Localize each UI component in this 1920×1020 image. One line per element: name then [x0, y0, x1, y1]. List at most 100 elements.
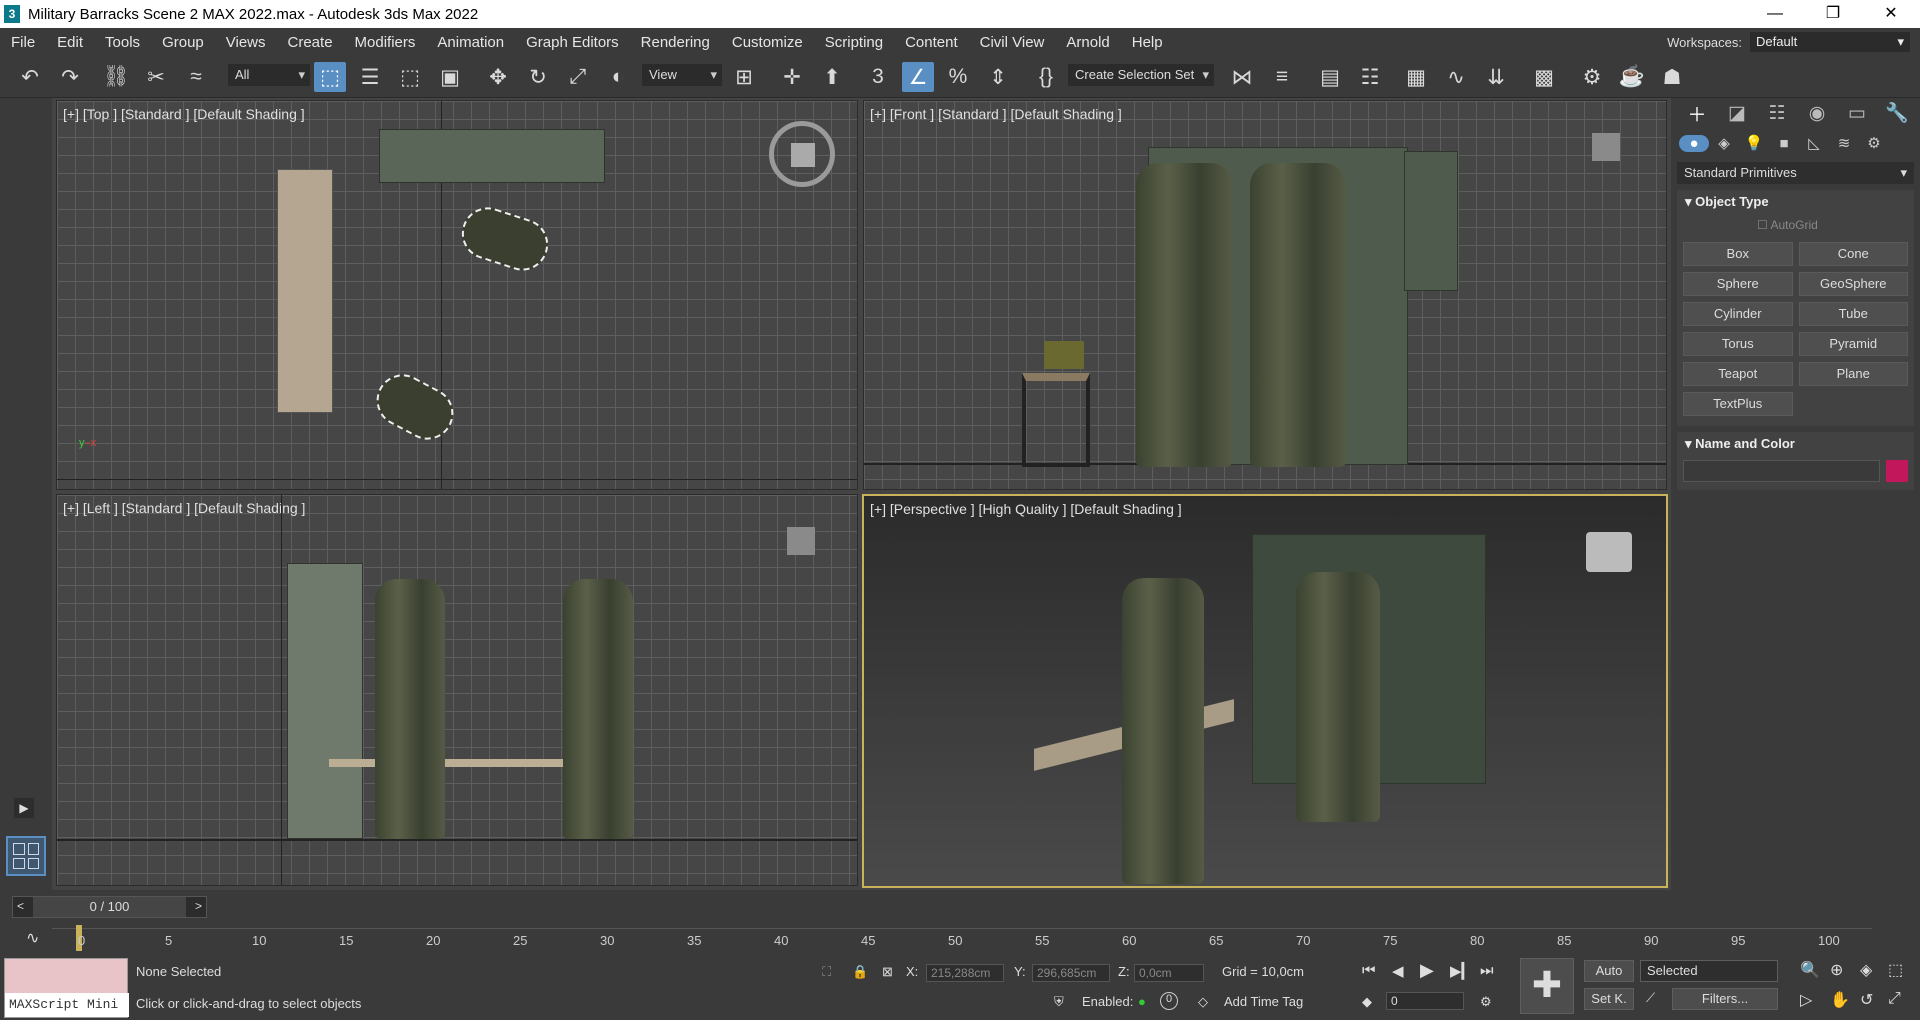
menu-rendering[interactable]: Rendering	[630, 34, 721, 51]
maxscript-listener[interactable]: MAXScript Mini	[4, 958, 129, 1018]
object-type-header[interactable]: ▾ Object Type	[1677, 190, 1914, 214]
menu-edit[interactable]: Edit	[46, 34, 94, 51]
current-frame-field[interactable]: 0	[1386, 992, 1464, 1010]
scale-icon[interactable]: ⤢	[562, 62, 594, 92]
angle-snap-icon[interactable]: ∠	[902, 62, 934, 92]
menu-arnold[interactable]: Arnold	[1055, 34, 1120, 51]
placement-icon[interactable]: ◐	[602, 62, 634, 92]
x-coordinate-field[interactable]: 215,288cm	[926, 964, 1004, 982]
pyramid-button[interactable]: Pyramid	[1798, 332, 1908, 356]
utilities-tab-icon[interactable]: 🔧	[1877, 101, 1917, 125]
systems-icon[interactable]: ⚙	[1859, 134, 1889, 152]
textplus-button[interactable]: TextPlus	[1683, 392, 1793, 416]
maxscript-mini-input[interactable]: MAXScript Mini	[5, 993, 129, 1017]
menu-customize[interactable]: Customize	[721, 34, 814, 51]
viewport-left-label[interactable]: [+] [Left ] [Standard ] [Default Shading…	[63, 500, 305, 516]
link-icon[interactable]: ⛓	[100, 62, 132, 92]
sphere-button[interactable]: Sphere	[1683, 272, 1793, 296]
menu-file[interactable]: File	[0, 34, 46, 51]
key-mode-icon[interactable]: ◆	[1362, 994, 1372, 1010]
geometry-icon[interactable]: ●	[1679, 134, 1709, 152]
render-production-icon[interactable]: ☗	[1656, 62, 1688, 92]
viewcube-left-icon[interactable]	[787, 527, 815, 555]
tube-button[interactable]: Tube	[1798, 302, 1908, 326]
cameras-icon[interactable]: ■	[1769, 135, 1799, 152]
helpers-icon[interactable]: ◺	[1799, 134, 1829, 152]
maximize-viewport-icon[interactable]: ⤢	[1888, 990, 1901, 1008]
zoom-all-icon[interactable]: ⊕	[1830, 960, 1843, 980]
spinner-snap-icon[interactable]: ⇕	[982, 62, 1014, 92]
next-frame-icon-btn[interactable]: ▶▎	[1450, 962, 1473, 980]
set-key-big-icon[interactable]: ✚	[1520, 958, 1574, 1014]
menu-create[interactable]: Create	[277, 34, 344, 51]
menu-views[interactable]: Views	[215, 34, 277, 51]
viewport-top-label[interactable]: [+] [Top ] [Standard ] [Default Shading …	[63, 106, 305, 122]
workspace-select[interactable]: Default	[1750, 32, 1910, 52]
geosphere-button[interactable]: GeoSphere	[1798, 272, 1908, 296]
prev-frame-icon[interactable]: <	[17, 899, 24, 913]
time-configuration-icon[interactable]: ⚙	[1480, 994, 1492, 1010]
snaps-toggle-icon[interactable]: 3	[862, 62, 894, 92]
menu-modifiers[interactable]: Modifiers	[344, 34, 427, 51]
layer-explorer-icon[interactable]: ☷	[1354, 62, 1386, 92]
viewcube-persp-icon[interactable]	[1586, 532, 1632, 572]
curve-editor-icon[interactable]: ∿	[1440, 62, 1472, 92]
menu-content[interactable]: Content	[894, 34, 969, 51]
torus-button[interactable]: Torus	[1683, 332, 1793, 356]
space-warps-icon[interactable]: ≋	[1829, 134, 1859, 152]
select-object-icon[interactable]: ⬚	[314, 62, 346, 92]
shapes-icon[interactable]: ◈	[1709, 134, 1739, 152]
display-tab-icon[interactable]: ▭	[1837, 102, 1877, 125]
move-icon[interactable]: ✥	[482, 62, 514, 92]
time-slider[interactable]: < 0 / 100 >	[12, 896, 207, 918]
absolute-mode-icon[interactable]: ⊠	[882, 964, 893, 980]
add-time-tag[interactable]: Add Time Tag	[1224, 994, 1303, 1009]
align-icon[interactable]: ≡	[1266, 62, 1298, 92]
name-color-header[interactable]: ▾ Name and Color	[1677, 432, 1914, 456]
cylinder-button[interactable]: Cylinder	[1683, 302, 1793, 326]
go-to-end-icon[interactable]: ⏭	[1480, 962, 1494, 979]
named-selection-set-select[interactable]: Create Selection Set	[1068, 64, 1214, 86]
menu-animation[interactable]: Animation	[426, 34, 515, 51]
teapot-button[interactable]: Teapot	[1683, 362, 1793, 386]
schematic-view-icon[interactable]: ⇊	[1480, 62, 1512, 92]
undo-icon[interactable]: ↶	[14, 62, 46, 92]
menu-group[interactable]: Group	[151, 34, 215, 51]
menu-civil-view[interactable]: Civil View	[969, 34, 1056, 51]
lights-icon[interactable]: 💡	[1739, 134, 1769, 152]
set-key-button[interactable]: Set K.	[1584, 988, 1634, 1010]
field-of-view-icon[interactable]: ▷	[1800, 990, 1812, 1010]
time-tag-icon[interactable]: ◇	[1198, 994, 1208, 1010]
box-button[interactable]: Box	[1683, 242, 1793, 266]
menu-scripting[interactable]: Scripting	[814, 34, 894, 51]
pivot-center-icon[interactable]: ⊞	[728, 62, 760, 92]
track-bar[interactable]: 0 5 10 15 20 25 30 35 40 45 50 55 60 65 70 75 80 85 90 95 10…	[52, 925, 1872, 952]
orbit-icon[interactable]: ↺	[1860, 990, 1873, 1010]
restore-button[interactable]: ❐	[1804, 0, 1862, 28]
cone-button[interactable]: Cone	[1798, 242, 1908, 266]
motion-tab-icon[interactable]: ◉	[1797, 102, 1837, 125]
key-filter-select[interactable]: Selected	[1640, 960, 1778, 982]
create-tab-icon[interactable]: ＋	[1677, 100, 1717, 127]
viewport-persp-label[interactable]: [+] [Perspective ] [High Quality ] [Defa…	[870, 501, 1182, 517]
mirror-icon[interactable]: ⋈	[1226, 62, 1258, 92]
named-selection-icon[interactable]: {}	[1030, 62, 1062, 92]
keyboard-shortcut-icon[interactable]: ⬆	[816, 62, 848, 92]
viewport-top[interactable]: [+] [Top ] [Standard ] [Default Shading …	[56, 100, 858, 490]
object-name-input[interactable]	[1683, 460, 1880, 482]
autogrid-checkbox[interactable]: ☐ AutoGrid	[1677, 214, 1914, 236]
menu-graph-editors[interactable]: Graph Editors	[515, 34, 630, 51]
manipulate-icon[interactable]: ✛	[776, 62, 808, 92]
viewport-layout-icon[interactable]	[6, 836, 46, 876]
selection-filter-select[interactable]: All	[228, 64, 310, 86]
object-color-swatch[interactable]	[1886, 460, 1908, 482]
viewport-perspective[interactable]: [+] [Perspective ] [High Quality ] [Defa…	[862, 494, 1668, 888]
viewport-front-label[interactable]: [+] [Front ] [Standard ] [Default Shadin…	[870, 106, 1122, 122]
enabled-value[interactable]: 0	[1160, 992, 1178, 1010]
key-tangent-icon[interactable]: ⟋	[1646, 990, 1655, 1006]
filters-button[interactable]: Filters...	[1672, 988, 1778, 1010]
curve-editor-toggle-icon[interactable]: ∿	[26, 928, 39, 948]
zoom-extents-icon[interactable]: ◈	[1860, 960, 1872, 980]
hierarchy-tab-icon[interactable]: ☷	[1757, 102, 1797, 125]
minimize-button[interactable]: —	[1746, 0, 1804, 28]
